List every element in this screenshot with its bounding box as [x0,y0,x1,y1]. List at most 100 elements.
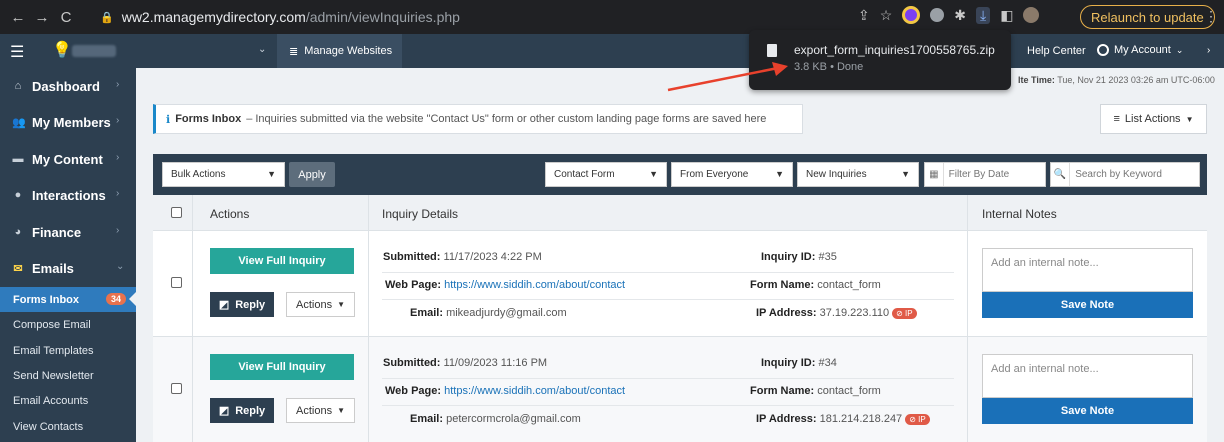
sidebar-item-dashboard[interactable]: ⌂ Dashboard › [0,68,136,104]
web-page-link[interactable]: https://www.siddih.com/about/contact [444,279,625,291]
from-filter-select[interactable]: From Everyone ▼ [671,162,793,187]
url-path: /admin/viewInquiries.php [305,9,460,25]
chevron-right-icon: › [116,152,120,163]
web-page-link[interactable]: https://www.siddih.com/about/contact [444,385,625,397]
puzzle-icon[interactable]: ✱ [954,7,966,24]
sidepanel-icon[interactable]: ◧ [1000,7,1013,24]
adblock-icon[interactable] [930,8,945,22]
sidebar-item-email-accounts[interactable]: Email Accounts [0,388,136,413]
column-divider [192,195,193,442]
row-checkbox[interactable] [171,383,182,394]
manage-websites-tab[interactable]: ≣ Manage Websites [277,34,402,68]
relaunch-button[interactable]: Relaunch to update [1080,5,1215,29]
search-field[interactable] [1070,169,1199,180]
caret-down-icon: ▼ [337,300,345,309]
help-center-link[interactable]: Help Center [1027,45,1086,57]
share-icon[interactable]: ⇪ [858,7,870,24]
chevron-down-icon: ⌄ [116,261,125,272]
forward-icon[interactable]: → [30,9,54,26]
column-divider [967,195,968,442]
extension-icon[interactable] [902,6,921,24]
info-icon: ℹ [166,113,171,126]
internal-note-input[interactable]: Add an internal note... [982,248,1193,292]
annotation-arrow [667,62,788,92]
caret-down-icon: ▼ [901,169,910,179]
column-divider [368,195,369,442]
reply-icon: ◩ [218,405,230,417]
calendar-icon: ▦ [925,163,944,186]
form-name-field: Form Name: contact_form [750,279,881,291]
status-filter-select[interactable]: New Inquiries ▼ [797,162,919,187]
chevron-right-icon: › [116,188,120,199]
stack-icon: ≣ [289,45,299,58]
view-full-inquiry-button[interactable]: View Full Inquiry [210,354,354,380]
hamburger-icon[interactable]: ☰ [10,42,24,62]
row-actions-button[interactable]: Actions ▼ [286,292,355,317]
sidebar-item-members[interactable]: 👥 My Members › [0,104,136,140]
reload-icon[interactable]: C [54,9,78,26]
sidebar-item-forms-inbox[interactable]: Forms Inbox 34 [0,287,137,312]
caret-down-icon: ▼ [775,169,784,179]
apply-button[interactable]: Apply [289,162,335,187]
bulk-actions-select[interactable]: Bulk Actions ▼ [162,162,285,187]
search-input[interactable]: 🔍 [1050,162,1200,187]
sidebar-item-content[interactable]: ▬ My Content › [0,141,136,177]
ip-address-field: IP Address: 37.19.223.110 ⊘ IP [756,307,917,319]
site-time: lte Time: Tue, Nov 21 2023 03:26 am UTC-… [1018,75,1215,85]
header-internal-notes: Internal Notes [982,207,1057,221]
caret-down-icon: ▼ [337,406,345,415]
chevron-right-icon: › [116,115,120,126]
save-note-button[interactable]: Save Note [982,398,1193,424]
row-actions-button[interactable]: Actions ▼ [286,398,355,423]
sidebar-item-view-contacts[interactable]: View Contacts [0,414,136,439]
caret-down-icon: ▼ [1185,114,1194,124]
browser-icons: ⇪ ☆ ✱ ⤓ ◧ [858,6,1040,24]
chevron-right-icon[interactable]: › [1207,45,1210,56]
site-logo [72,45,116,57]
sidebar-item-interactions[interactable]: ● Interactions › [0,177,136,213]
chevron-down-icon[interactable]: ⌄ [258,44,266,55]
browser-menu-icon[interactable]: ⋮ [1204,8,1218,25]
sidebar: ⌂ Dashboard › 👥 My Members › ▬ My Conten… [0,68,137,442]
divider [382,405,954,406]
internal-note-input[interactable]: Add an internal note... [982,354,1193,398]
date-filter-input[interactable]: ▦ [924,162,1046,187]
date-filter-field[interactable] [943,169,1045,180]
address-bar[interactable]: 🔒 ww2.managemydirectory.com/admin/viewIn… [90,4,850,30]
download-icon[interactable]: ⤓ [976,6,991,24]
reply-icon: ◩ [218,299,230,311]
finance-icon: ◕ [14,226,22,238]
folder-icon: ▬ [12,153,24,165]
home-icon: ⌂ [14,80,22,92]
table-row: View Full Inquiry ◩ Reply Actions ▼ Submit… [153,337,1207,442]
download-file-name[interactable]: export_form_inquiries1700558765.zip [794,43,995,57]
form-filter-select[interactable]: Contact Form ▼ [545,162,667,187]
envelope-icon: ✉ [13,262,23,275]
sidebar-item-email-templates[interactable]: Email Templates [0,338,136,363]
divider [382,299,954,300]
sidebar-item-emails[interactable]: ✉ Emails ⌄ [0,250,136,286]
download-status: 3.8 KB • Done [794,61,864,73]
bookmark-star-icon[interactable]: ☆ [880,7,893,24]
sidebar-item-send-newsletter[interactable]: Send Newsletter [0,363,136,388]
list-actions-button[interactable]: ≡ List Actions ▼ [1100,104,1207,134]
profile-avatar[interactable] [1023,7,1040,23]
ip-address-field: IP Address: 181.214.218.247 ⊘ IP [756,413,930,425]
back-icon[interactable]: ← [6,9,30,26]
sidebar-item-compose-email[interactable]: Compose Email [0,312,136,337]
web-page-field: Web Page: https://www.siddih.com/about/c… [385,279,626,291]
users-icon: 👥 [12,116,26,129]
my-account-menu[interactable]: My Account ⌄ [1097,44,1183,56]
ip-block-badge[interactable]: ⊘ IP [905,414,930,425]
header-inquiry-details: Inquiry Details [382,207,459,221]
web-page-field: Web Page: https://www.siddih.com/about/c… [385,385,626,397]
select-all-checkbox[interactable] [171,207,182,218]
row-checkbox[interactable] [171,277,182,288]
list-icon: ≡ [1113,113,1120,125]
view-full-inquiry-button[interactable]: View Full Inquiry [210,248,354,274]
ip-block-badge[interactable]: ⊘ IP [892,308,917,319]
reply-button[interactable]: ◩ Reply [210,292,274,317]
save-note-button[interactable]: Save Note [982,292,1193,318]
reply-button[interactable]: ◩ Reply [210,398,274,423]
sidebar-item-finance[interactable]: ◕ Finance › [0,214,136,250]
